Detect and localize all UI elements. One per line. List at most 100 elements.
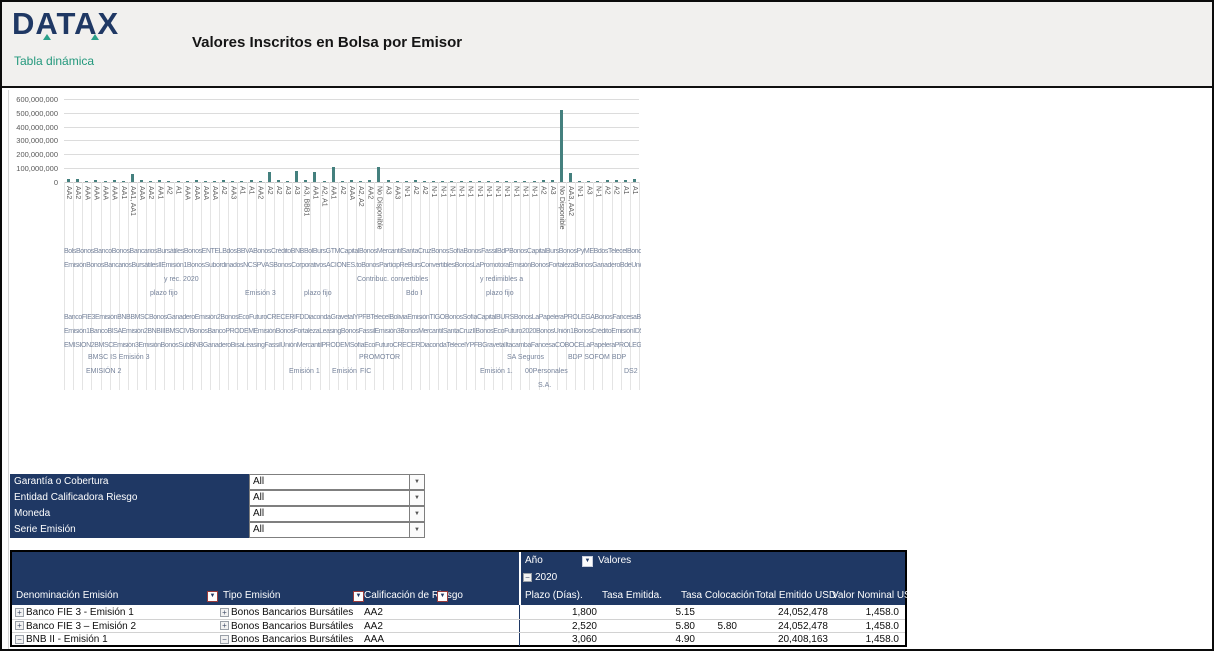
bar (195, 180, 198, 182)
x-axis-category-label: AA1 (155, 186, 164, 244)
axis-group-label-row: BancoFIE3EmisiónBNBBMSCBonosGanaderoEmis… (64, 314, 641, 321)
page: DATAX Tabla dinámica Valores Inscritos e… (0, 0, 1214, 651)
x-axis-category-label: AAA (82, 186, 91, 244)
x-axis-category-label: AA1, AA1 (128, 186, 137, 244)
tipo-expand-icon[interactable]: − (220, 635, 229, 644)
x-axis-category-label: AA2 (256, 186, 265, 244)
axis-group-label: BMSC IS Emisión 3 (88, 354, 149, 361)
x-axis-category-label: A3, BBB1 (301, 186, 310, 244)
y-axis-tick-label: 300,000,000 (6, 136, 58, 145)
bar (606, 180, 609, 182)
row-expand-icon[interactable]: + (15, 621, 24, 630)
filter-dropdown-2[interactable]: All▼ (249, 490, 425, 506)
filter-dropdown-4[interactable]: All▼ (249, 522, 425, 538)
cell-plazo: 3,060 (572, 634, 597, 645)
col-header-plazo: Plazo (Días). (525, 590, 583, 601)
x-axis-category-label: No Disponible (557, 186, 566, 244)
bar (222, 180, 225, 182)
bar (624, 180, 627, 182)
bar (268, 172, 271, 182)
bar (469, 181, 472, 182)
dropdown-arrow-icon[interactable]: ▼ (409, 491, 424, 505)
axis-group-label: DS2 (624, 368, 638, 375)
logo-subtitle: Tabla dinámica (14, 54, 94, 68)
gridline (64, 154, 639, 155)
cell-denominacion: Banco FIE 3 – Emisión 2 (26, 621, 136, 632)
x-axis-category-label: A2 (612, 186, 621, 244)
row-expand-icon[interactable]: + (15, 608, 24, 617)
x-axis-category-label: N-1 (429, 186, 438, 244)
bar (204, 181, 207, 182)
cell-tipo: Bonos Bancarios Bursátiles (231, 607, 353, 618)
bar (313, 172, 316, 182)
filter-dropdown-3[interactable]: All▼ (249, 506, 425, 522)
axis-group-label: plazo fijo (150, 290, 178, 297)
x-axis-category-label: A2 (539, 186, 548, 244)
axis-group-label: Bdo I (406, 290, 422, 297)
bar (240, 181, 243, 182)
x-axis-category-label: A2 (338, 186, 347, 244)
cell-tasa-colocacion: 5.80 (718, 621, 737, 632)
filter-label-1: Garantía o Cobertura (10, 474, 249, 490)
col-header-tasa-emitida: Tasa Emitida. (602, 590, 662, 601)
cell-calificacion: AAA (364, 634, 384, 645)
gridline (64, 168, 639, 169)
x-axis-category-label: AA1 (310, 186, 319, 244)
dropdown-arrow-icon[interactable]: ▼ (409, 507, 424, 521)
y-axis-tick-label: 600,000,000 (6, 95, 58, 104)
row-separator (12, 632, 905, 633)
x-axis-category-label: A2 (265, 186, 274, 244)
axis-group-label: S.A. (538, 382, 551, 389)
tipo-expand-icon[interactable]: + (220, 621, 229, 630)
filter-dropdown-1[interactable]: All▼ (249, 474, 425, 490)
row-expand-icon[interactable]: − (15, 635, 24, 644)
filter-button-calificacion[interactable]: ▼ (437, 591, 448, 602)
col-header-total-emitido: Total Emitido USD (755, 590, 836, 601)
x-axis-category-label: AAA (91, 186, 100, 244)
x-axis-category-label: N-1 (530, 186, 539, 244)
gridline (64, 182, 639, 183)
year-collapse-icon[interactable]: − (523, 573, 532, 582)
x-axis-category-label: AAA (101, 186, 110, 244)
dropdown-arrow-icon[interactable]: ▼ (409, 475, 424, 489)
bar (405, 181, 408, 182)
axis-group-label: Emisión 3 (245, 290, 276, 297)
filter-label-2: Entidad Calificadora Riesgo (10, 490, 249, 506)
cell-valor-nominal: 1,458.0 (866, 621, 899, 632)
tipo-expand-icon[interactable]: + (220, 608, 229, 617)
x-axis-category-label: A1 (174, 186, 183, 244)
bar (533, 181, 536, 182)
datax-logo: DATAX (12, 6, 119, 42)
values-filter-icon[interactable]: ▼ (582, 556, 593, 567)
bar (396, 181, 399, 182)
x-axis-category-label: N-1 (475, 186, 484, 244)
col-header-calificacion: Calificación de Riesgo (364, 590, 463, 601)
bar (149, 181, 152, 182)
filter-button-tipo[interactable]: ▼ (353, 591, 364, 602)
cell-denominacion: Banco FIE 3 - Emisión 1 (26, 607, 134, 618)
axis-group-label: plazo fijo (304, 290, 332, 297)
cell-tasa-emitida: 5.15 (676, 607, 695, 618)
cell-valor-nominal: 1,458.0 (866, 607, 899, 618)
x-axis-category-label: A1 (630, 186, 639, 244)
cell-valor-nominal: 1,458.0 (866, 634, 899, 645)
bar (596, 181, 599, 182)
bar (359, 181, 362, 182)
col-header-tipo: Tipo Emisión (223, 590, 280, 601)
filter-panel: Garantía o CoberturaAll▼Entidad Califica… (10, 474, 425, 538)
x-axis-category-label: AA3 (228, 186, 237, 244)
bar (113, 180, 116, 182)
x-axis-category-label: A2 (219, 186, 228, 244)
axis-group-label: y rec. 2020 (164, 276, 199, 283)
axis-group-label: Emisión 1 (289, 368, 320, 375)
logo-accent-icon (43, 34, 51, 40)
x-axis-category-label: AAA (183, 186, 192, 244)
bar (460, 181, 463, 182)
bar (131, 174, 134, 182)
x-axis-category-label: AAA (347, 186, 356, 244)
bar (633, 179, 636, 182)
dropdown-arrow-icon[interactable]: ▼ (409, 523, 424, 537)
bar (323, 181, 326, 182)
filter-button-denominacion[interactable]: ▼ (207, 591, 218, 602)
x-axis-category-label: A1 (621, 186, 630, 244)
